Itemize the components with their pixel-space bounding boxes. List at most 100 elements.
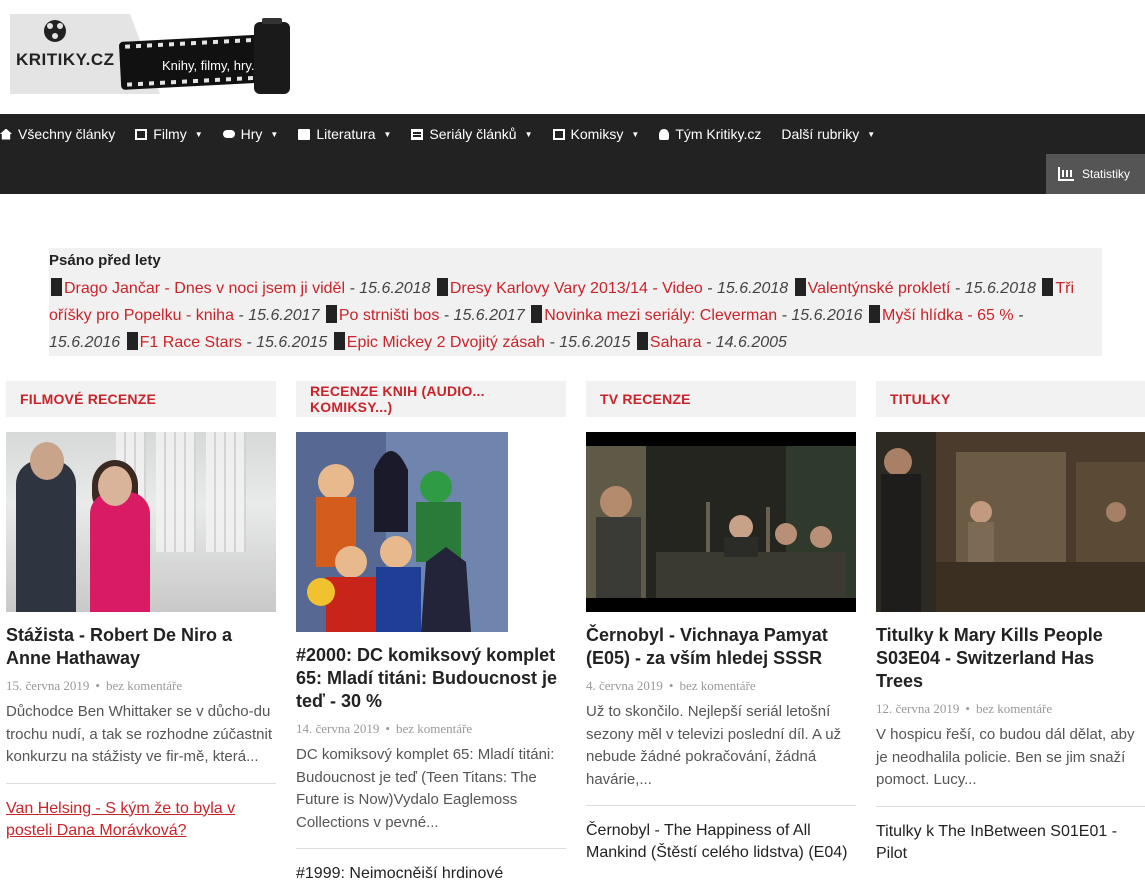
main-navigation: Všechny články Filmy ▼ Hry ▼ Literatura ▼ S… [0,114,1145,194]
article-date: 14. června 2019 [296,721,380,736]
past-article-link[interactable]: Valentýnské prokletí [808,280,951,297]
article-image[interactable] [296,432,508,632]
past-article-date: - 15.6.2017 [439,307,525,324]
nav-label: Seriály článků [429,126,517,142]
nav-label: Literatura [316,126,376,142]
bullet-square-icon [531,305,543,323]
column-heading[interactable]: TV RECENZE [586,381,856,417]
divider [296,848,566,849]
divider [6,782,276,784]
comments-link[interactable]: bez komentáře [396,721,472,736]
logo-tagline: Knihy, filmy, hry.. [162,58,259,73]
comments-link[interactable]: bez komentáře [679,678,755,693]
caret-down-icon: ▼ [631,129,640,139]
stats-label: Statistiky [1082,167,1131,181]
nav-item-statistics[interactable]: Statistiky [1046,154,1145,194]
past-article-date: - 15.6.2015 [241,334,328,351]
article-image[interactable] [6,432,276,612]
comic-cover-image [296,432,508,632]
past-article-date: - 15.6.2018 [950,280,1036,297]
article-excerpt: DC komiksový komplet 65: Mladí titáni: B… [296,746,555,831]
past-articles-title: Psáno před lety [49,252,161,269]
divider [586,805,856,806]
film-reel-icon [44,20,66,42]
related-article-link[interactable]: Titulky k The InBetween S01E01 - Pilot [876,821,1145,865]
film-icon [135,128,148,140]
home-icon [0,128,12,140]
article-meta: 12. června 2019 • bez komentáře [876,701,1145,717]
past-article-link[interactable]: Sahara [650,334,702,351]
past-article-link[interactable]: Po strništi bos [339,307,439,324]
meta-separator: • [385,721,390,736]
nav-label: Další rubriky [781,126,860,142]
tv-icon [411,128,424,140]
tv-still-image [586,432,856,612]
past-article-link[interactable]: Dresy Karlovy Vary 2013/14 - Video [450,280,703,297]
caret-down-icon: ▼ [270,129,279,139]
article-title[interactable]: Stážista - Robert De Niro a Anne Hathawa… [6,624,276,670]
bullet-square-icon [869,305,881,323]
article-meta: 15. června 2019 • bez komentáře [6,678,276,694]
article-title[interactable]: #2000: DC komiksový komplet 65: Mladí ti… [296,644,566,713]
related-article-link[interactable]: #1999: Neimocněiší hrdinové [296,863,566,885]
past-article-link[interactable]: Drago Jančar - Dnes v noci jsem ji viděl [64,280,345,297]
bullet-square-icon [51,278,62,296]
past-article-link[interactable]: Novinka mezi seriály: Cleverman [544,307,777,324]
past-article-link[interactable]: Myší hlídka - 65 % [882,307,1014,324]
divider [876,805,1145,807]
bullet-square-icon [333,332,345,350]
past-article-date: - 15.6.2015 [545,334,631,351]
site-logo[interactable]: KRITIKY.CZ Knihy, filmy, hry.. [10,14,292,96]
nav-item-more-sections[interactable]: Další rubriky ▼ [781,126,885,142]
caret-down-icon: ▼ [867,129,876,139]
column-heading[interactable]: TITULKY [876,381,1145,417]
meta-separator: • [95,678,100,693]
nav-item-article-series[interactable]: Seriály článků ▼ [411,126,542,142]
article-excerpt: Důchodce Ben Whittaker se v důcho-du tro… [6,703,272,765]
article-image[interactable] [586,432,856,612]
book-icon [298,128,311,140]
meta-separator: • [965,701,970,716]
nav-label: Filmy [153,126,187,142]
image-icon [552,128,565,140]
comments-link[interactable]: bez komentáře [976,701,1052,716]
meta-separator: • [668,678,674,693]
column-film-reviews: FILMOVÉ RECENZE Stážista - Robert De Nir… [6,381,276,842]
bullet-square-icon [126,332,138,350]
nav-item-games[interactable]: Hry ▼ [222,126,289,142]
nav-item-all-articles[interactable]: Všechny články [0,126,125,142]
related-article-link[interactable]: Černobyl - The Happiness of All Mankind … [586,820,856,864]
subtitles-still-image [876,432,1145,612]
nav-item-comics[interactable]: Komiksy ▼ [552,126,650,142]
nav-label: Všechny články [18,126,116,142]
article-title[interactable]: Titulky k Mary Kills People S03E04 - Swi… [876,624,1145,693]
logo-brand: KRITIKY.CZ [16,50,115,69]
past-article-link[interactable]: Epic Mickey 2 Dvojitý zásah [347,334,545,351]
past-articles-box: Psáno před lety Drago Jančar - Dnes v no… [49,248,1102,356]
past-article-date: - 15.6.2017 [233,307,320,324]
nav-label: Hry [240,126,263,142]
comments-link[interactable]: bez komentáře [106,678,182,693]
bullet-square-icon [436,278,448,296]
bullet-square-icon [1042,278,1054,296]
bar-chart-icon [1058,167,1074,181]
column-heading[interactable]: RECENZE KNIH (AUDIO... KOMIKSY...) [296,381,566,417]
related-article-link[interactable]: Van Helsing - S kým že to byla v posteli… [6,798,276,842]
past-article-date: - 15.6.2018 [702,280,789,297]
article-image[interactable] [876,432,1145,612]
nav-item-literature[interactable]: Literatura ▼ [298,126,401,142]
article-title[interactable]: Černobyl - Vichnaya Pamyat (E05) - za vš… [586,624,856,670]
caret-down-icon: ▼ [383,129,392,139]
article-meta: 14. června 2019 • bez komentáře [296,721,566,737]
nav-item-team[interactable]: Tým Kritiky.cz [659,126,771,142]
caret-down-icon: ▼ [194,129,203,139]
article-date: 4. června 2019 [586,678,663,693]
article-meta: 4. června 2019 • bez komentáře [586,678,856,694]
nav-item-films[interactable]: Filmy ▼ [135,126,212,142]
past-article-date: - 15.6.2016 [777,307,863,324]
column-book-reviews: RECENZE KNIH (AUDIO... KOMIKSY...) #2000… [296,381,566,885]
past-article-link[interactable]: F1 Race Stars [140,334,242,351]
film-canister-icon [254,18,290,94]
column-heading[interactable]: FILMOVÉ RECENZE [6,381,276,417]
bullet-square-icon [636,332,648,350]
